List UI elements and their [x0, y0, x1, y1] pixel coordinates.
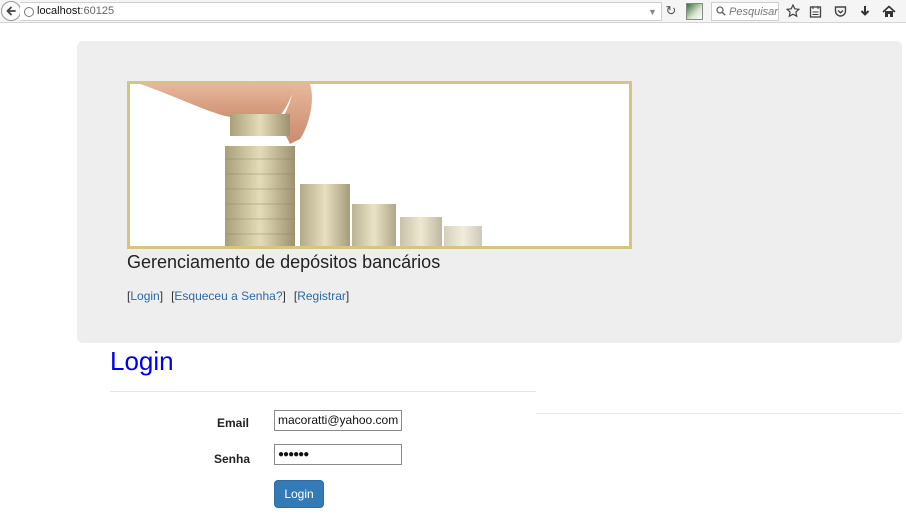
page-title: Login	[110, 346, 174, 376]
password-field[interactable]: ●●●●●●	[274, 444, 402, 465]
arrow-left-icon	[6, 6, 16, 16]
url-text: localhost:60125	[37, 5, 115, 17]
header-links: [Login] [Esqueceu a Senha?] [Registrar]	[127, 289, 350, 303]
email-label: Email	[217, 416, 250, 430]
reload-icon[interactable]: ↻	[664, 4, 678, 18]
header-jumbotron: Gerenciamento de depósitos bancários [Lo…	[77, 41, 902, 343]
password-label: Senha	[214, 452, 251, 466]
divider	[110, 391, 536, 392]
coins-banner-image	[127, 81, 632, 249]
divider	[536, 413, 902, 414]
back-button[interactable]	[1, 1, 21, 21]
login-link[interactable]: Login	[130, 289, 159, 303]
address-bar[interactable]: localhost:60125 ▼	[20, 2, 662, 21]
search-bar[interactable]: Pesquisar	[711, 2, 779, 21]
register-link[interactable]: Registrar	[297, 289, 346, 303]
reading-list-icon[interactable]	[807, 3, 823, 19]
login-button[interactable]: Login	[274, 480, 324, 508]
page-thumbnail-icon[interactable]	[686, 3, 703, 20]
browser-toolbar: localhost:60125 ▼ ↻ Pesquisar	[0, 0, 906, 23]
search-placeholder: Pesquisar	[729, 6, 778, 18]
forgot-password-link[interactable]: Esqueceu a Senha?	[174, 289, 282, 303]
site-title: Gerenciamento de depósitos bancários	[127, 252, 441, 272]
search-icon	[716, 6, 726, 16]
pocket-icon[interactable]	[832, 3, 848, 19]
download-icon[interactable]	[857, 3, 873, 19]
bookmark-star-icon[interactable]	[785, 3, 801, 19]
email-field[interactable]: macoratti@yahoo.com	[274, 410, 402, 431]
globe-icon	[24, 7, 34, 17]
dropdown-arrow-icon[interactable]: ▼	[648, 7, 657, 17]
home-icon[interactable]	[881, 3, 897, 19]
